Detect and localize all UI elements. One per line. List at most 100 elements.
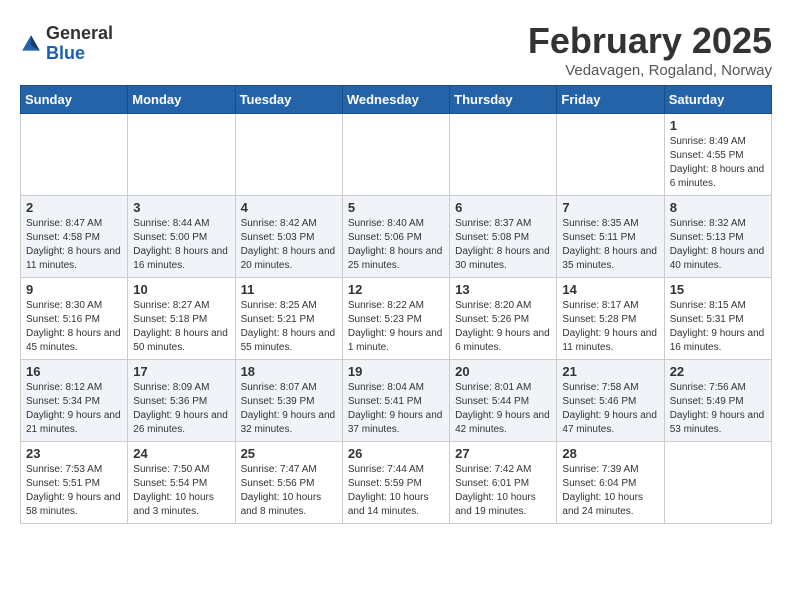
calendar-cell [557,114,664,196]
day-info: Sunrise: 8:47 AM Sunset: 4:58 PM Dayligh… [26,217,122,273]
calendar-cell: 6 Sunrise: 8:37 AM Sunset: 5:08 PM Daylig… [450,196,557,278]
day-info: Sunrise: 8:15 AM Sunset: 5:31 PM Dayligh… [670,299,766,355]
day-info: Sunrise: 8:40 AM Sunset: 5:06 PM Dayligh… [348,217,444,273]
day-number: 3 [133,200,229,215]
calendar-cell: 22 Sunrise: 7:56 AM Sunset: 5:49 PM Dayli… [664,360,771,442]
calendar-cell: 8 Sunrise: 8:32 AM Sunset: 5:13 PM Daylig… [664,196,771,278]
day-info: Sunrise: 8:07 AM Sunset: 5:39 PM Dayligh… [241,381,337,437]
calendar-cell: 11 Sunrise: 8:25 AM Sunset: 5:21 PM Dayli… [235,278,342,360]
calendar-cell [342,114,449,196]
calendar-cell: 2 Sunrise: 8:47 AM Sunset: 4:58 PM Daylig… [21,196,128,278]
calendar-cell: 27Sunrise: 7:42 AM Sunset: 6:01 PM Dayli… [450,442,557,524]
day-number: 8 [670,200,766,215]
day-number: 7 [562,200,658,215]
day-number: 16 [26,364,122,379]
day-info: Sunrise: 8:25 AM Sunset: 5:21 PM Dayligh… [241,299,337,355]
weekday-header-cell: Tuesday [235,86,342,114]
logo: General Blue [20,24,113,64]
logo-blue-text: Blue [46,44,113,64]
day-info: Sunrise: 8:30 AM Sunset: 5:16 PM Dayligh… [26,299,122,355]
calendar-cell: 4 Sunrise: 8:42 AM Sunset: 5:03 PM Daylig… [235,196,342,278]
day-info: Sunrise: 8:04 AM Sunset: 5:41 PM Dayligh… [348,381,444,437]
day-number: 4 [241,200,337,215]
day-number: 14 [562,282,658,297]
day-number: 26 [348,446,444,461]
day-info: Sunrise: 8:32 AM Sunset: 5:13 PM Dayligh… [670,217,766,273]
day-info: Sunrise: 8:09 AM Sunset: 5:36 PM Dayligh… [133,381,229,437]
day-number: 28 [562,446,658,461]
day-info: Sunrise: 7:47 AM Sunset: 5:56 PM Dayligh… [241,463,337,519]
day-info: Sunrise: 8:17 AM Sunset: 5:28 PM Dayligh… [562,299,658,355]
day-number: 11 [241,282,337,297]
day-number: 6 [455,200,551,215]
day-info: Sunrise: 8:49 AM Sunset: 4:55 PM Dayligh… [670,135,766,191]
day-number: 15 [670,282,766,297]
calendar-cell: 7 Sunrise: 8:35 AM Sunset: 5:11 PM Daylig… [557,196,664,278]
day-number: 17 [133,364,229,379]
calendar-body: 1 Sunrise: 8:49 AM Sunset: 4:55 PM Daylig… [21,114,772,524]
calendar-cell: 24 Sunrise: 7:50 AM Sunset: 5:54 PM Dayli… [128,442,235,524]
title-area: February 2025 Vedavagen, Rogaland, Norwa… [528,20,772,79]
day-info: Sunrise: 8:42 AM Sunset: 5:03 PM Dayligh… [241,217,337,273]
calendar-week-row: 16 Sunrise: 8:12 AM Sunset: 5:34 PM Dayli… [21,360,772,442]
weekday-header-cell: Friday [557,86,664,114]
calendar-cell: 23 Sunrise: 7:53 AM Sunset: 5:51 PM Dayli… [21,442,128,524]
day-number: 24 [133,446,229,461]
day-number: 22 [670,364,766,379]
day-number: 12 [348,282,444,297]
calendar-cell: 17 Sunrise: 8:09 AM Sunset: 5:36 PM Dayli… [128,360,235,442]
logo-general-text: General [46,24,113,44]
day-number: 21 [562,364,658,379]
day-number: 1 [670,118,766,133]
weekday-header-cell: Wednesday [342,86,449,114]
day-info: Sunrise: 8:27 AM Sunset: 5:18 PM Dayligh… [133,299,229,355]
calendar-week-row: 9 Sunrise: 8:30 AM Sunset: 5:16 PM Daylig… [21,278,772,360]
day-info: Sunrise: 8:44 AM Sunset: 5:00 PM Dayligh… [133,217,229,273]
weekday-header-cell: Saturday [664,86,771,114]
day-info: Sunrise: 7:50 AM Sunset: 5:54 PM Dayligh… [133,463,229,519]
calendar-cell [21,114,128,196]
calendar-cell: 28Sunrise: 7:39 AM Sunset: 6:04 PM Dayli… [557,442,664,524]
calendar-cell: 9 Sunrise: 8:30 AM Sunset: 5:16 PM Daylig… [21,278,128,360]
day-info: Sunrise: 7:53 AM Sunset: 5:51 PM Dayligh… [26,463,122,519]
main-title: February 2025 [528,20,772,62]
calendar-cell: 12 Sunrise: 8:22 AM Sunset: 5:23 PM Dayli… [342,278,449,360]
day-number: 20 [455,364,551,379]
calendar-cell: 1 Sunrise: 8:49 AM Sunset: 4:55 PM Daylig… [664,114,771,196]
calendar-cell: 18 Sunrise: 8:07 AM Sunset: 5:39 PM Dayli… [235,360,342,442]
day-number: 2 [26,200,122,215]
day-info: Sunrise: 8:20 AM Sunset: 5:26 PM Dayligh… [455,299,551,355]
day-number: 9 [26,282,122,297]
day-number: 5 [348,200,444,215]
calendar-cell [128,114,235,196]
calendar-cell: 21 Sunrise: 7:58 AM Sunset: 5:46 PM Dayli… [557,360,664,442]
day-number: 25 [241,446,337,461]
day-number: 18 [241,364,337,379]
calendar-cell: 13 Sunrise: 8:20 AM Sunset: 5:26 PM Dayli… [450,278,557,360]
calendar-cell: 15 Sunrise: 8:15 AM Sunset: 5:31 PM Dayli… [664,278,771,360]
day-info: Sunrise: 8:12 AM Sunset: 5:34 PM Dayligh… [26,381,122,437]
calendar-cell: 3 Sunrise: 8:44 AM Sunset: 5:00 PM Daylig… [128,196,235,278]
day-info: Sunrise: 8:22 AM Sunset: 5:23 PM Dayligh… [348,299,444,355]
day-info: Sunrise: 8:01 AM Sunset: 5:44 PM Dayligh… [455,381,551,437]
calendar-week-row: 2 Sunrise: 8:47 AM Sunset: 4:58 PM Daylig… [21,196,772,278]
day-info: Sunrise: 8:37 AM Sunset: 5:08 PM Dayligh… [455,217,551,273]
weekday-header-cell: Monday [128,86,235,114]
calendar-cell [664,442,771,524]
weekday-header-row: SundayMondayTuesdayWednesdayThursdayFrid… [21,86,772,114]
calendar-cell [235,114,342,196]
day-number: 10 [133,282,229,297]
calendar-cell: 25 Sunrise: 7:47 AM Sunset: 5:56 PM Dayli… [235,442,342,524]
day-number: 13 [455,282,551,297]
calendar-cell: 5 Sunrise: 8:40 AM Sunset: 5:06 PM Daylig… [342,196,449,278]
day-number: 23 [26,446,122,461]
calendar-table: SundayMondayTuesdayWednesdayThursdayFrid… [20,85,772,524]
day-info: Sunrise: 8:35 AM Sunset: 5:11 PM Dayligh… [562,217,658,273]
calendar-cell: 16 Sunrise: 8:12 AM Sunset: 5:34 PM Dayli… [21,360,128,442]
calendar-week-row: 1 Sunrise: 8:49 AM Sunset: 4:55 PM Daylig… [21,114,772,196]
calendar-cell [450,114,557,196]
day-info: Sunrise: 7:56 AM Sunset: 5:49 PM Dayligh… [670,381,766,437]
day-info: Sunrise: 7:58 AM Sunset: 5:46 PM Dayligh… [562,381,658,437]
day-number: 19 [348,364,444,379]
header: General Blue February 2025 Vedavagen, Ro… [20,20,772,79]
